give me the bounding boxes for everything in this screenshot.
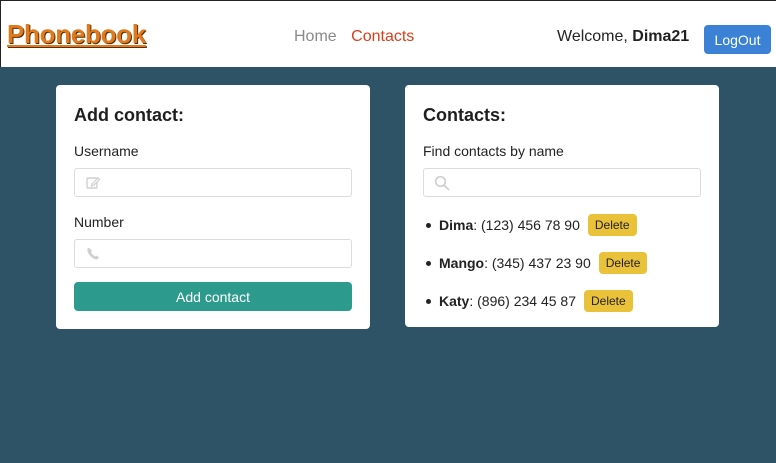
username-label: Username — [74, 143, 139, 159]
contact-item: Katy: (896) 234 45 87 Delete — [423, 289, 701, 313]
bullet — [426, 260, 431, 266]
delete-contact-button[interactable]: Delete — [587, 214, 637, 236]
edit-icon — [86, 177, 101, 189]
contacts-title: Contacts: — [423, 105, 507, 125]
add-contact-card: Add contact: Username Number Add contact — [56, 85, 370, 329]
nav-home-link[interactable]: Home — [294, 28, 337, 45]
number-field-wrapper — [74, 239, 352, 268]
main-nav: Home Contacts — [294, 28, 424, 46]
contact-item: Mango: (345) 437 23 90 Delete — [423, 251, 701, 275]
bullet — [426, 298, 431, 304]
app-header: Phonebook Home Contacts Welcome, Dima21 … — [0, 0, 776, 67]
welcome-text: Welcome, Dima21 — [557, 28, 689, 46]
search-icon — [434, 175, 450, 191]
contact-item: Dima: (123) 456 78 90 Delete — [423, 213, 701, 237]
contact-number: (345) 437 23 90 — [491, 255, 591, 271]
phone-icon — [87, 248, 99, 260]
nav-contacts-link[interactable]: Contacts — [351, 28, 414, 45]
delete-contact-button[interactable]: Delete — [598, 252, 648, 274]
delete-contact-button[interactable]: Delete — [584, 290, 633, 312]
app-logo[interactable]: Phonebook — [7, 19, 146, 50]
welcome-prefix: Welcome, — [557, 28, 633, 45]
add-contact-title: Add contact: — [74, 105, 184, 125]
username-input[interactable] — [75, 169, 351, 196]
number-label: Number — [74, 214, 124, 230]
contact-number: (896) 234 45 87 — [477, 293, 576, 309]
logout-button[interactable]: LogOut — [704, 25, 771, 54]
current-username: Dima21 — [632, 28, 690, 45]
bullet — [426, 222, 431, 228]
contacts-card: Contacts: Find contacts by name Dima: (1… — [405, 85, 719, 327]
filter-label: Find contacts by name — [423, 143, 564, 159]
contact-separator: : — [473, 217, 482, 233]
contact-number: (123) 456 78 90 — [481, 217, 580, 233]
contact-name: Dima — [439, 217, 474, 233]
contact-name: Mango — [439, 255, 485, 271]
filter-field-wrapper — [423, 168, 701, 197]
username-field-wrapper — [74, 168, 352, 197]
filter-input[interactable] — [424, 169, 700, 196]
contact-separator: : — [484, 255, 492, 271]
number-input[interactable] — [75, 240, 351, 267]
contacts-list: Dima: (123) 456 78 90 Delete Mango: (345… — [423, 213, 701, 313]
contact-separator: : — [469, 293, 478, 309]
contact-name: Katy — [439, 293, 470, 309]
add-contact-button[interactable]: Add contact — [74, 282, 352, 311]
